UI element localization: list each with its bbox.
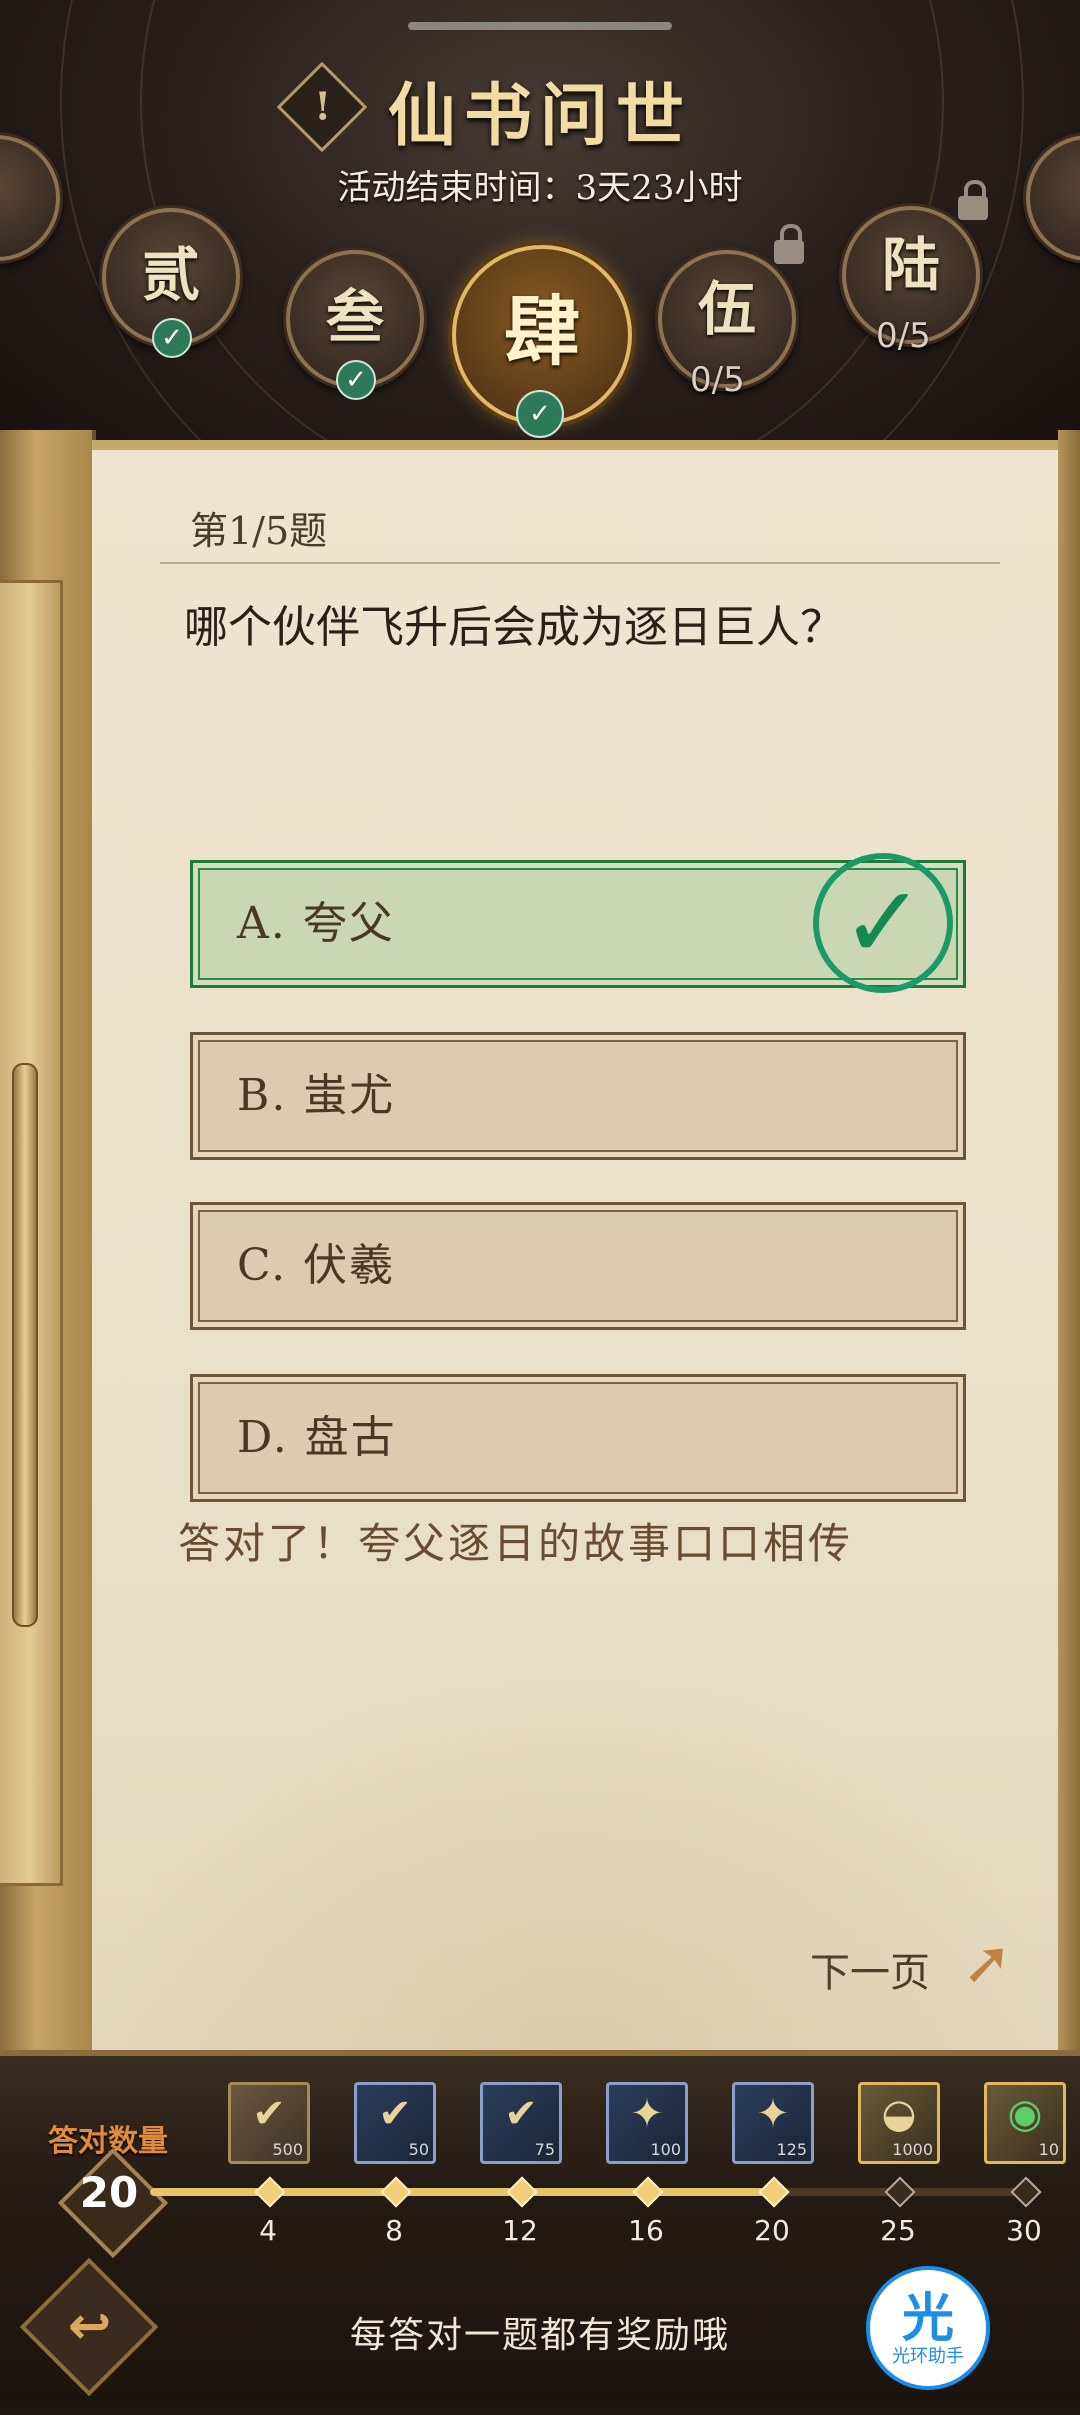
- option-d-label: D. 盘古: [237, 1412, 397, 1463]
- assistant-name: 光环助手: [892, 2346, 964, 2367]
- event-title: 仙书问世: [387, 76, 692, 156]
- correct-check-icon: ✓: [813, 853, 953, 993]
- quiz-panel: 第1/5题 哪个伙伴飞升后会成为逐日巨人？ A. 夸父 ✓ B. 蚩尤 C. 伏…: [92, 440, 1058, 2060]
- milestone-node: [254, 2176, 286, 2208]
- divider: [160, 562, 1000, 564]
- reward-item-2[interactable]: ✔ 50: [354, 2082, 436, 2164]
- milestone-node: [1010, 2176, 1042, 2208]
- milestone-label: 25: [880, 2214, 916, 2247]
- reward-item-3[interactable]: ✔ 75: [480, 2082, 562, 2164]
- completed-check-icon: ✓: [516, 390, 564, 438]
- reward-item-4[interactable]: ✦ 100: [606, 2082, 688, 2164]
- correct-count-value: 20: [79, 2168, 139, 2217]
- milestone-node: [758, 2176, 790, 2208]
- milestone-label: 12: [502, 2214, 538, 2247]
- assistant-logo-text: 光: [901, 2288, 954, 2349]
- talisman-pack-icon: ✦: [756, 2091, 790, 2137]
- gold-ingot-icon: ◒: [881, 2091, 917, 2137]
- milestone-label: 20: [754, 2214, 790, 2247]
- option-c[interactable]: C. 伏羲: [190, 1202, 966, 1330]
- milestone-label: 16: [628, 2214, 664, 2247]
- option-c-label: C. 伏羲: [237, 1240, 396, 1291]
- option-a-label: A. 夸父: [237, 898, 395, 949]
- option-b-label: B. 蚩尤: [237, 1070, 396, 1121]
- assistant-floating-button[interactable]: 光 光环助手: [870, 2270, 986, 2386]
- dragon-orb-icon: ◉: [1007, 2091, 1043, 2137]
- next-page-button[interactable]: 下一页: [810, 1940, 930, 1998]
- completed-check-icon: ✓: [336, 360, 376, 400]
- chapter-progress: 0/5: [690, 360, 745, 400]
- talisman-pack-icon: ✦: [630, 2091, 664, 2137]
- jade-token-icon: ✔: [252, 2091, 286, 2137]
- option-d[interactable]: D. 盘古: [190, 1374, 966, 1502]
- milestone-node: [884, 2176, 916, 2208]
- completed-check-icon: ✓: [152, 318, 192, 358]
- right-frame: [1058, 430, 1080, 2090]
- milestone-node: [506, 2176, 538, 2208]
- reward-item-7[interactable]: ◉ 10: [984, 2082, 1066, 2164]
- left-frame: [0, 430, 96, 2090]
- milestone-label: 30: [1006, 2214, 1042, 2247]
- reward-item-6[interactable]: ◒ 1000: [858, 2082, 940, 2164]
- reward-bar: 答对数量 20 4 8 12 16 20 25 30 ✔ 500 ✔ 50 ✔ …: [0, 2050, 1080, 2406]
- progress-fill: [150, 2188, 773, 2196]
- option-a[interactable]: A. 夸父 ✓: [190, 853, 966, 993]
- milestone-node: [632, 2176, 664, 2208]
- option-b[interactable]: B. 蚩尤: [190, 1032, 966, 1160]
- next-arrow-icon[interactable]: ➚: [962, 1928, 1012, 1998]
- reward-item-5[interactable]: ✦ 125: [732, 2082, 814, 2164]
- event-header: ! 仙书问世 活动结束时间：3天23小时 贰 ✓ 叁 ✓ 肆 ✓ 伍 0/5 陆…: [0, 0, 1080, 470]
- lock-icon: [958, 180, 988, 220]
- drag-handle[interactable]: [408, 22, 672, 30]
- answer-feedback: 答对了！夸父逐日的故事口口相传: [178, 1519, 854, 1568]
- left-frame-inner: [0, 580, 63, 1886]
- frame-knob: [12, 1063, 38, 1627]
- reward-item-1[interactable]: ✔ 500: [228, 2082, 310, 2164]
- milestone-node: [380, 2176, 412, 2208]
- question-text: 哪个伙伴飞升后会成为逐日巨人？: [184, 602, 844, 653]
- lock-icon: [774, 224, 804, 264]
- event-deadline: 活动结束时间：3天23小时: [337, 168, 743, 208]
- scroll-ticket-icon: ✔: [504, 2091, 538, 2137]
- milestone-label: 8: [385, 2214, 403, 2247]
- milestone-label: 4: [259, 2214, 277, 2247]
- chapter-progress: 0/5: [876, 316, 931, 356]
- scroll-ticket-icon: ✔: [378, 2091, 412, 2137]
- question-number: 第1/5题: [190, 509, 328, 553]
